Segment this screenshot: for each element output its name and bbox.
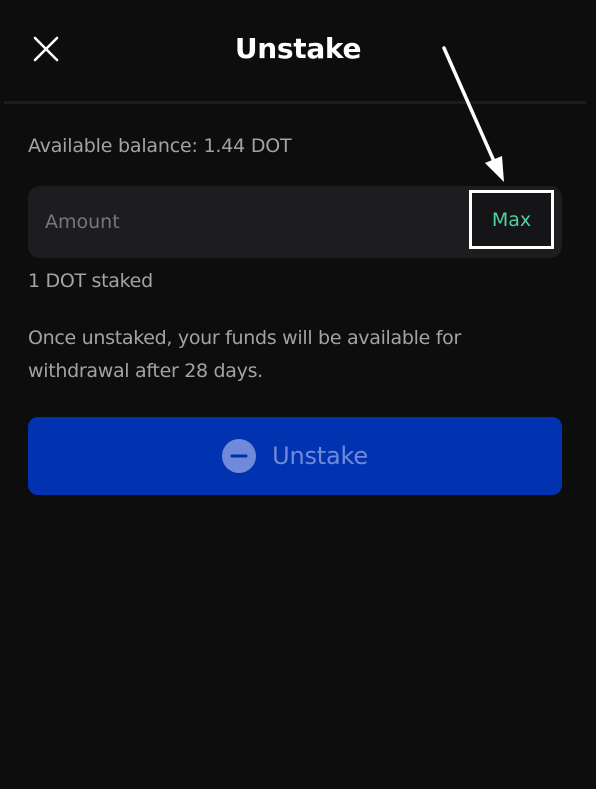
unstake-info-text: Once unstaked, your funds will be availa…	[28, 327, 461, 382]
available-balance: Available balance: 1.44 DOT	[28, 135, 292, 157]
amount-input[interactable]	[28, 186, 458, 258]
minus-circle-icon	[222, 439, 257, 473]
unstake-button-label: Unstake	[272, 442, 368, 470]
unstake-button[interactable]: Unstake	[28, 417, 562, 495]
header: Unstake	[0, 0, 596, 104]
max-button[interactable]: Max	[469, 190, 554, 249]
staked-amount: 1 DOT staked	[28, 270, 153, 292]
unstake-screen: Unstake Available balance: 1.44 DOT Max …	[0, 0, 596, 789]
annotation-arrow	[442, 46, 504, 182]
amount-field-container: Max	[28, 186, 562, 258]
header-divider	[4, 101, 586, 104]
page-title: Unstake	[234, 32, 362, 65]
